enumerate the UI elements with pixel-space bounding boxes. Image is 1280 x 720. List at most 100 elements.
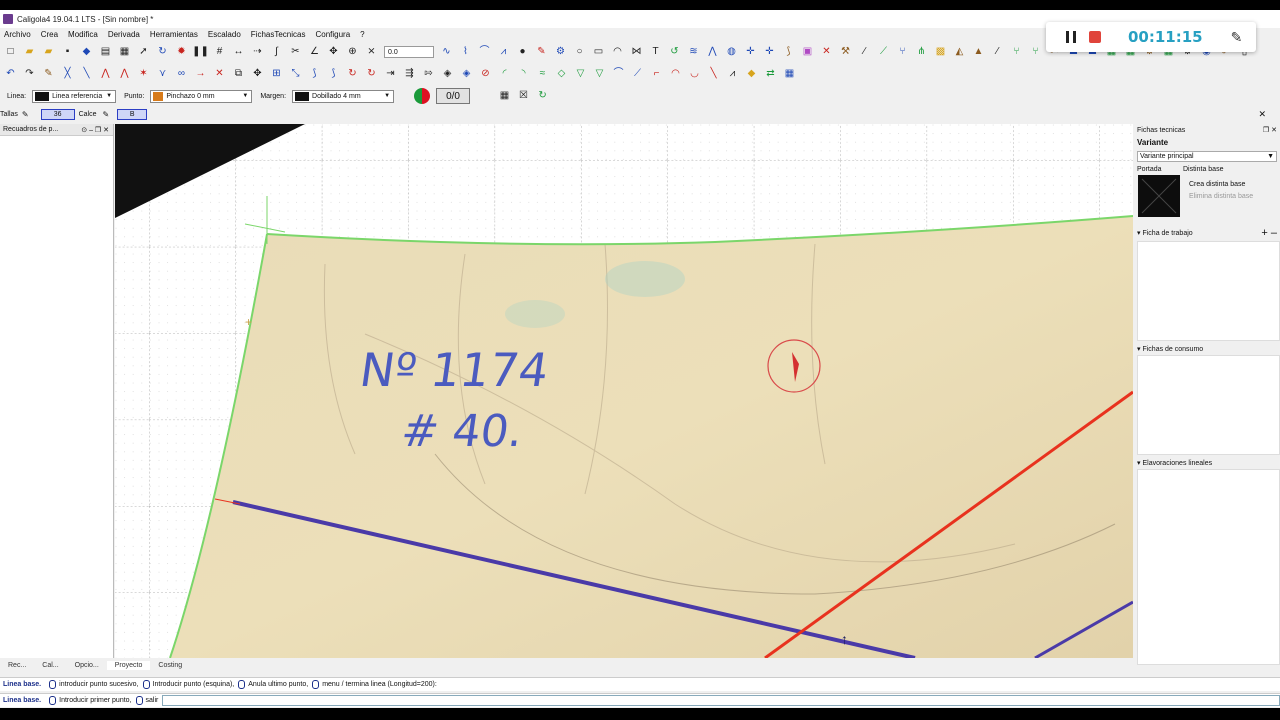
hammer-icon[interactable]: ⚒ [839, 46, 852, 59]
lock-icon[interactable]: ◆ [745, 68, 758, 81]
grid-move-icon[interactable]: ⊞ [270, 68, 283, 81]
fork-icon[interactable]: ⑂ [896, 46, 909, 59]
fork3-icon[interactable]: ⑂ [1029, 46, 1042, 59]
curve-edit-icon[interactable]: ⟆ [308, 68, 321, 81]
import3-icon[interactable]: ⇰ [422, 68, 435, 81]
rotate-green-icon[interactable]: ↺ [668, 46, 681, 59]
menu-modifica[interactable]: Modifica [68, 30, 98, 39]
diagonal-icon[interactable]: ╲ [80, 68, 93, 81]
panel-controls-icon[interactable]: ❐ ✕ [1263, 126, 1277, 134]
cross-icon[interactable]: ✛ [744, 46, 757, 59]
arrow-right-icon[interactable]: → [194, 68, 207, 81]
menu-escalado[interactable]: Escalado [208, 30, 241, 39]
color-toggle-icon[interactable] [414, 88, 431, 104]
tab-costing[interactable]: Costing [150, 661, 190, 670]
linea-select[interactable]: Linea referencia ▼ [32, 89, 117, 103]
sync-icon[interactable]: ↻ [536, 90, 549, 103]
split-icon[interactable]: ⋔ [915, 46, 928, 59]
triangle-down2-icon[interactable]: ▽ [593, 68, 606, 81]
command-input[interactable] [162, 695, 1280, 706]
add-icon[interactable]: + – [1261, 227, 1277, 239]
export-icon[interactable]: ◆ [80, 46, 93, 59]
refresh-icon[interactable]: ↻ [156, 46, 169, 59]
scissors-icon[interactable]: ✂ [289, 46, 302, 59]
import2-icon[interactable]: ⇶ [403, 68, 416, 81]
ficha-trabajo-header[interactable]: ▾ Ficha de trabajo + – [1134, 225, 1280, 241]
variante-select[interactable]: Variante principal ▼ [1137, 151, 1277, 162]
target-icon[interactable]: ⊕ [346, 46, 359, 59]
measure-icon[interactable]: ⟋ [877, 46, 890, 59]
punto-select[interactable]: Pinchazo 0 mm ▼ [150, 89, 253, 103]
tallas-edit-icon[interactable]: ✎ [22, 110, 29, 119]
grid-toggle-icon[interactable]: ▦ [498, 90, 511, 103]
menu-derivada[interactable]: Derivada [108, 30, 140, 39]
tab-recuadros[interactable]: Rec... [0, 661, 34, 670]
portada-thumbnail[interactable] [1138, 175, 1180, 217]
talla-field[interactable]: 36 [40, 109, 75, 120]
slash-red-icon[interactable]: ╲ [707, 68, 720, 81]
redo-icon[interactable]: ↷ [23, 68, 36, 81]
table-icon[interactable]: ▦ [783, 68, 796, 81]
cross2-icon[interactable]: ✛ [763, 46, 776, 59]
angle-icon[interactable]: ∠ [308, 46, 321, 59]
close-icon[interactable]: ✕ [1258, 109, 1266, 120]
delete-x-icon[interactable]: ✕ [820, 46, 833, 59]
copy-icon[interactable]: ⧉ [232, 68, 245, 81]
line-icon[interactable]: ↔ [232, 46, 245, 59]
elavoraciones-header[interactable]: ▾ Elavoraciones lineales [1134, 457, 1280, 469]
move-cross-icon[interactable]: ✥ [251, 68, 264, 81]
curve-s-icon[interactable]: ∫ [270, 46, 283, 59]
zigzag2-icon[interactable]: ⩘ [726, 68, 739, 81]
panel-controls-icon[interactable]: ⊙ – ❐ ✕ [81, 126, 109, 134]
fork2-icon[interactable]: ⑂ [1010, 46, 1023, 59]
frame-icon[interactable]: ▣ [801, 46, 814, 59]
dart-icon[interactable]: ⋀ [706, 46, 719, 59]
stop-icon[interactable] [1089, 31, 1101, 43]
open-recent-icon[interactable]: ▰ [42, 46, 55, 59]
mountain-icon[interactable]: ▲ [972, 46, 985, 59]
seam-icon[interactable]: ⟆ [782, 46, 795, 59]
slash-icon[interactable]: ∕ [858, 46, 871, 59]
grid-hash-icon[interactable]: # [213, 46, 226, 59]
menu-crea[interactable]: Crea [41, 30, 58, 39]
margen-select[interactable]: Dobillado 4 mm ▼ [292, 89, 395, 103]
rotate-red2-icon[interactable]: ↻ [365, 68, 378, 81]
drawing-canvas[interactable]: + Nº 1174 # 40. ↑ [115, 124, 1133, 658]
polyline-icon[interactable]: ∿ [440, 46, 453, 59]
point-icon[interactable]: ● [516, 46, 529, 59]
bracket-icon[interactable]: ⌐ [650, 68, 663, 81]
pencil-icon[interactable]: ✎ [535, 46, 548, 59]
loop-red-icon[interactable]: ◠ [669, 68, 682, 81]
calce-field[interactable]: B [117, 109, 148, 120]
calce-edit-icon[interactable]: ✎ [103, 110, 110, 119]
save-icon[interactable]: ▪ [61, 46, 74, 59]
menu-help[interactable]: ? [360, 30, 364, 39]
curve-green2-icon[interactable]: ◝ [517, 68, 530, 81]
arc-icon[interactable]: ◠ [611, 46, 624, 59]
text-icon[interactable]: T [649, 46, 662, 59]
curve-edit2-icon[interactable]: ⟆ [327, 68, 340, 81]
no-icon[interactable]: ⊘ [479, 68, 492, 81]
select-arrow-icon[interactable]: ➚ [137, 46, 150, 59]
peak-icon[interactable]: ⋀ [99, 68, 112, 81]
pause-icon[interactable]: ❚❚ [192, 46, 209, 59]
tag-icon[interactable]: ◭ [953, 46, 966, 59]
diamond-icon[interactable]: ◇ [555, 68, 568, 81]
loop-icon[interactable]: ∞ [175, 68, 188, 81]
elimina-distinta-button[interactable]: Elimina distinta base [1189, 193, 1253, 200]
plus-red-icon[interactable]: ✕ [213, 68, 226, 81]
close-box-icon[interactable]: ☒ [517, 90, 530, 103]
pause-icon[interactable] [1066, 31, 1076, 43]
menu-configura[interactable]: Configura [315, 30, 350, 39]
hook2-icon[interactable]: ⟋ [631, 68, 644, 81]
undo-icon[interactable]: ↶ [4, 68, 17, 81]
curve-green-icon[interactable]: ◜ [498, 68, 511, 81]
rotate-icon[interactable]: ⨯ [365, 46, 378, 59]
move-icon[interactable]: ✥ [327, 46, 340, 59]
hook-icon[interactable]: ⌒ [612, 68, 625, 81]
cube-icon[interactable]: ◈ [441, 68, 454, 81]
notch-icon[interactable]: ◍ [725, 46, 738, 59]
zigzag-icon[interactable]: ⩘ [497, 46, 510, 59]
crea-distinta-button[interactable]: Crea distinta base [1189, 181, 1253, 188]
gear-icon[interactable]: ✹ [175, 46, 188, 59]
